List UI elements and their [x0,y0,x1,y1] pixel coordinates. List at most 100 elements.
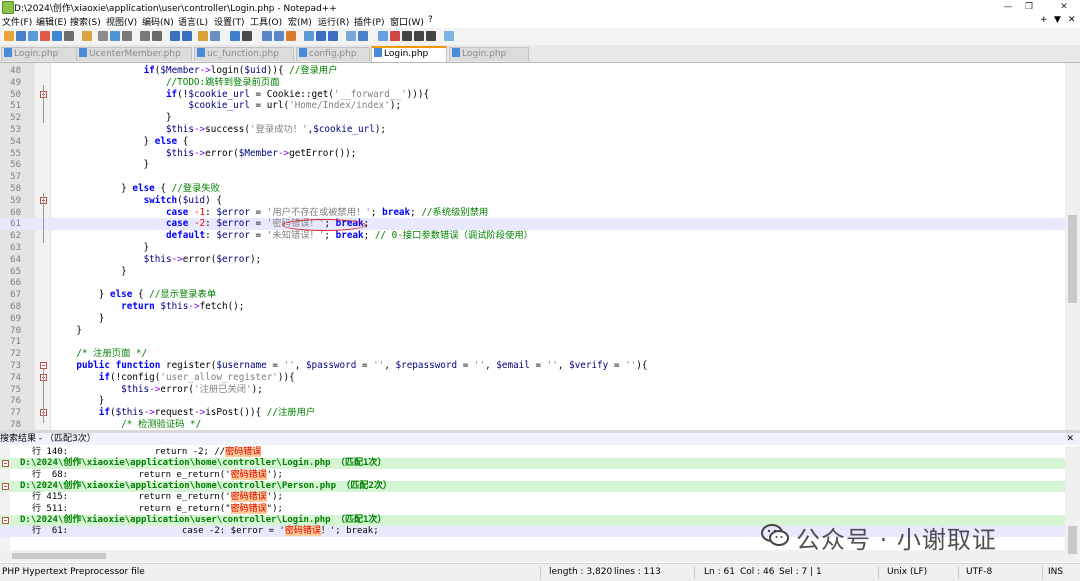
code-line[interactable]: 73 public function register($username = … [0,360,1065,372]
code-line[interactable]: 71 [0,336,1065,348]
code-line[interactable]: 63 } [0,242,1065,254]
close-icon[interactable] [52,31,62,41]
code-line[interactable]: 52 } [0,112,1065,124]
menu-run[interactable]: 运行(R) [318,15,349,28]
code-line[interactable]: 57 [0,171,1065,183]
close-all-icon[interactable] [64,31,74,41]
print-icon[interactable] [82,31,92,41]
result-hit-row[interactable]: 行 68: return e_return('密码错误'); [0,469,1065,481]
code-line[interactable]: 56 } [0,159,1065,171]
replace-icon[interactable] [182,31,192,41]
cut-icon[interactable] [98,31,108,41]
code-line[interactable]: 54 } else { [0,136,1065,148]
function-list-icon[interactable] [328,31,338,41]
menu-view[interactable]: 视图(V) [106,15,137,28]
code-line[interactable]: 62 default: $error = '未知错误！'; break; // … [0,230,1065,242]
code-line[interactable]: 53 $this->success('登录成功！',$cookie_url); [0,124,1065,136]
close-results-icon[interactable]: ✕ [1066,433,1074,445]
play-macro-icon[interactable] [402,31,412,41]
indent-guide-icon[interactable] [286,31,296,41]
stop-macro-icon[interactable] [390,31,400,41]
code-editor[interactable]: 48 if($Member->login($uid)){ //登录用户 49 //… [0,63,1065,430]
find-icon[interactable] [170,31,180,41]
monitor-icon[interactable] [358,31,368,41]
sync-v-icon[interactable] [230,31,240,41]
code-line[interactable]: 51 $cookie_url = url('Home/Index/index')… [0,100,1065,112]
code-line[interactable]: 74 if(!config('user_allow_register')){ [0,372,1065,384]
results-vertical-scrollbar[interactable] [1065,446,1080,562]
fold-toggle-icon[interactable] [40,362,47,369]
close-doc-icon[interactable]: ✕ [1068,15,1076,25]
result-hit-row[interactable]: 行 511: return e_return("密码错误"); [0,503,1065,515]
code-line[interactable]: 48 if($Member->login($uid)){ //登录用户 [0,65,1065,77]
code-line[interactable]: 76 } [0,395,1065,407]
code-line[interactable]: 72 /* 注册页面 */ [0,348,1065,360]
result-hit-row[interactable]: 行 140: return -2; //密码错误 [0,447,1065,458]
record-macro-icon[interactable] [378,31,388,41]
menu-help[interactable]: ? [428,15,433,25]
menu-settings[interactable]: 设置(T) [214,15,245,28]
spellcheck-icon[interactable] [444,31,454,41]
code-line[interactable]: 61 case -2: $error = '密码错误！'; break; [0,218,1065,230]
code-line[interactable]: 67 } else { //显示登录表单 [0,289,1065,301]
menu-file[interactable]: 文件(F) [2,15,32,28]
save-macro-icon[interactable] [426,31,436,41]
code-line[interactable]: 49 //TODO:跳转到登录前页面 [0,77,1065,89]
zoom-out-icon[interactable] [210,31,220,41]
close-window-button[interactable]: ✕ [1050,0,1078,14]
tab-uc-function-php[interactable]: uc_function.php [194,47,294,61]
code-line[interactable]: 59 switch($uid) { [0,195,1065,207]
menu-edit[interactable]: 编辑(E) [36,15,67,28]
code-line[interactable]: 66 [0,277,1065,289]
save-all-icon[interactable] [40,31,50,41]
code-line[interactable]: 64 $this->error($error); [0,254,1065,266]
sync-h-icon[interactable] [242,31,252,41]
menu-window[interactable]: 窗口(W) [390,15,424,28]
code-line[interactable]: 68 return $this->fetch(); [0,301,1065,313]
show-all-icon[interactable] [274,31,284,41]
code-text: if($Member->login($uid)){ //登录用户 [143,65,338,76]
code-line[interactable]: 69 } [0,313,1065,325]
word-wrap-icon[interactable] [262,31,272,41]
menu-search[interactable]: 搜索(S) [70,15,101,28]
udl-icon[interactable] [304,31,314,41]
tab-ucentermember-php[interactable]: UcenterMember.php [76,47,192,61]
tab-login-php-1[interactable]: Login.php [1,47,85,61]
scroll-thumb[interactable] [1068,526,1077,554]
fold-toggle-icon[interactable] [2,482,9,490]
restore-button[interactable]: ❐ [1015,0,1043,14]
copy-icon[interactable] [110,31,120,41]
result-file-row[interactable]: D:\2024\创作\xiaoxie\application\home\cont… [0,458,1065,470]
fold-guide [43,85,44,123]
folder-workspace-icon[interactable] [346,31,356,41]
menu-language[interactable]: 语言(L) [178,15,208,28]
code-line[interactable]: 77 if($this->request->isPost()){ //注册用户 [0,407,1065,419]
code-line[interactable]: 78 /* 检测验证码 */ [0,419,1065,430]
result-hit-row[interactable]: 行 415: return e_return('密码错误'); [0,492,1065,503]
tab-login-php-3[interactable]: Login.php [449,47,529,61]
zoom-in-icon[interactable] [198,31,208,41]
undo-icon[interactable] [140,31,150,41]
doc-map-icon[interactable] [316,31,326,41]
menu-tools[interactable]: 工具(O) [250,15,282,28]
menu-plugins[interactable]: 插件(P) [354,15,384,28]
redo-icon[interactable] [152,31,162,41]
menu-macro[interactable]: 宏(M) [288,15,312,28]
result-file-row[interactable]: D:\2024\创作\xiaoxie\application\home\cont… [0,480,1065,492]
code-line[interactable]: 58 } else { //登录失败 [0,183,1065,195]
scroll-thumb[interactable] [1068,215,1077,303]
menu-encoding[interactable]: 编码(N) [142,15,174,28]
scroll-thumb[interactable] [12,553,106,559]
open-file-icon[interactable] [16,31,26,41]
fold-toggle-icon[interactable] [2,516,9,524]
tab-login-php-active[interactable]: Login.php [371,46,447,62]
fold-toggle-icon[interactable] [2,460,9,468]
editor-vertical-scrollbar[interactable] [1065,63,1080,430]
new-tab-plus-icon[interactable]: + [1040,15,1048,25]
save-icon[interactable] [28,31,38,41]
tab-config-php[interactable]: config.php [296,47,370,61]
new-file-icon[interactable] [4,31,14,41]
tab-list-down-icon[interactable]: ▼ [1054,15,1061,25]
run-macro-icon[interactable] [414,31,424,41]
paste-icon[interactable] [122,31,132,41]
